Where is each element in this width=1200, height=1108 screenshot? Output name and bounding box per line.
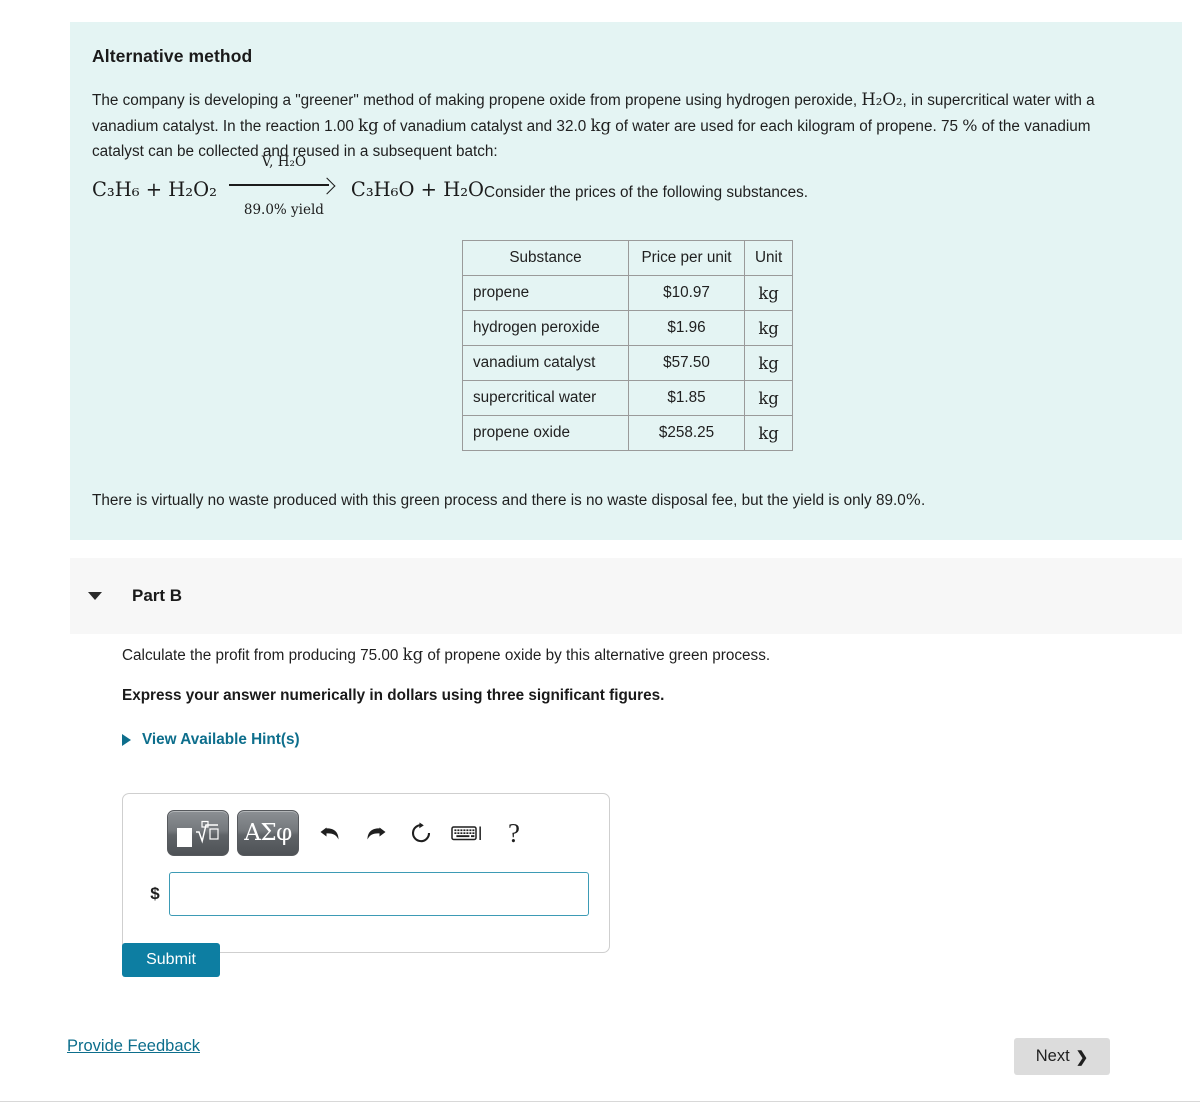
- cell-substance: vanadium catalyst: [462, 345, 629, 381]
- cell-price: $1.96: [628, 310, 745, 346]
- answer-input[interactable]: [169, 872, 589, 916]
- square-root-template-icon: [176, 820, 220, 847]
- redo-button[interactable]: [353, 810, 399, 856]
- unit-kg-catalyst: kg: [358, 116, 379, 135]
- cell-substance: supercritical water: [462, 380, 629, 416]
- table-row: propene oxide $258.25 kg: [462, 415, 794, 451]
- table-row: hydrogen peroxide $1.96 kg: [462, 310, 794, 346]
- chemical-reaction-equation: C₃H₆ + H₂O₂ V, H₂O 89.0% yield C₃H₆O + H…: [92, 154, 808, 218]
- next-button[interactable]: Next ❯: [1014, 1038, 1110, 1075]
- view-hints-label: View Available Hint(s): [142, 731, 300, 748]
- cell-price: $1.85: [628, 380, 745, 416]
- question-text-post: of propene oxide by this alternative gre…: [423, 647, 771, 664]
- problem-description: The company is developing a "greener" me…: [92, 87, 1137, 164]
- chevron-right-icon: [122, 734, 131, 746]
- cell-substance: hydrogen peroxide: [462, 310, 629, 346]
- help-button[interactable]: ?: [491, 810, 537, 856]
- reaction-trailing-text: Consider the prices of the following sub…: [484, 184, 808, 201]
- table-row: propene $10.97 kg: [462, 275, 794, 311]
- cell-unit: kg: [743, 380, 794, 416]
- column-header-unit: Unit: [743, 240, 794, 276]
- part-label: Part B: [132, 586, 183, 605]
- problem-text-part-4: of water are used for each kilogram of p…: [611, 118, 963, 135]
- formula-hydrogen-peroxide: H₂O₂: [861, 90, 903, 109]
- price-table: Substance Price per unit Unit propene $1…: [462, 240, 794, 451]
- dollar-prefix-label: $: [150, 884, 160, 903]
- question-prompt: Calculate the profit from producing 75.0…: [122, 645, 1022, 665]
- reset-icon: [411, 822, 431, 843]
- part-b-header[interactable]: Part B: [70, 558, 1182, 634]
- redo-icon: [367, 827, 386, 840]
- answer-input-row: $: [141, 872, 589, 916]
- part-b-body: Calculate the profit from producing 75.0…: [122, 645, 1022, 775]
- waste-note-text: There is virtually no waste produced wit…: [92, 492, 906, 509]
- table-row: vanadium catalyst $57.50 kg: [462, 345, 794, 381]
- cell-price: $10.97: [628, 275, 745, 311]
- reset-button[interactable]: [399, 810, 445, 856]
- right-arrow-icon: [228, 178, 339, 192]
- column-header-substance: Substance: [462, 240, 629, 276]
- help-label: ?: [508, 817, 520, 848]
- cell-price: $57.50: [628, 345, 745, 381]
- answer-toolbar: ΑΣφ ?: [167, 810, 537, 856]
- nth-root-svg: [195, 820, 219, 844]
- keyboard-icon: [451, 826, 481, 841]
- reaction-catalyst-label: V, H₂O: [261, 154, 307, 170]
- view-hints-toggle[interactable]: View Available Hint(s): [122, 731, 1022, 749]
- unit-kg-product: kg: [402, 645, 424, 664]
- greek-symbols-label: ΑΣφ: [244, 820, 292, 846]
- reaction-reactants: C₃H₆ + H₂O₂: [92, 178, 217, 201]
- template-box-icon: [176, 827, 192, 847]
- keyboard-button[interactable]: [445, 810, 491, 856]
- answer-instruction: Express your answer numerically in dolla…: [122, 687, 665, 704]
- price-table-container: Substance Price per unit Unit propene $1…: [462, 240, 794, 451]
- percent-symbol: %: [962, 116, 978, 135]
- submit-button[interactable]: Submit: [122, 943, 220, 977]
- footer-divider: [0, 1101, 1200, 1102]
- reaction-products: C₃H₆O + H₂O: [350, 178, 485, 201]
- undo-button[interactable]: [307, 810, 353, 856]
- math-template-button[interactable]: [167, 810, 229, 856]
- chevron-down-icon[interactable]: [88, 592, 102, 600]
- cell-substance: propene oxide: [462, 415, 629, 451]
- problem-text-part-1: The company is developing a "greener" me…: [92, 92, 862, 109]
- waste-note-period: .: [920, 492, 926, 509]
- answer-card: ΑΣφ ? $: [122, 793, 610, 953]
- cell-unit: kg: [743, 275, 794, 311]
- cell-substance: propene: [462, 275, 629, 311]
- greek-symbols-button[interactable]: ΑΣφ: [237, 810, 299, 856]
- reaction-yield-label: 89.0% yield: [243, 202, 324, 218]
- page-title: Alternative method: [92, 46, 253, 66]
- next-label: Next: [1035, 1047, 1070, 1065]
- nth-root-icon: [194, 820, 220, 847]
- cell-unit: kg: [743, 310, 794, 346]
- undo-icon: [320, 827, 339, 840]
- provide-feedback-link[interactable]: Provide Feedback: [67, 1037, 200, 1056]
- unit-kg-water: kg: [590, 116, 612, 135]
- question-text-pre: Calculate the profit from producing 75.0…: [122, 647, 403, 664]
- cell-price: $258.25: [628, 415, 745, 451]
- problem-text-part-3: of vanadium catalyst and 32.0: [378, 118, 591, 135]
- chevron-right-icon: ❯: [1075, 1048, 1089, 1066]
- cell-unit: kg: [743, 345, 794, 381]
- table-header-row: Substance Price per unit Unit: [462, 240, 794, 276]
- waste-note-percent-symbol: %: [905, 490, 921, 509]
- problem-statement-panel: Alternative method The company is develo…: [70, 22, 1182, 540]
- cell-unit: kg: [743, 415, 794, 451]
- column-header-price: Price per unit: [628, 240, 745, 276]
- table-row: supercritical water $1.85 kg: [462, 380, 794, 416]
- waste-disposal-note: There is virtually no waste produced wit…: [92, 490, 925, 510]
- reaction-arrow-block: V, H₂O 89.0% yield: [225, 154, 343, 218]
- problem-page: Alternative method The company is develo…: [0, 0, 1200, 1108]
